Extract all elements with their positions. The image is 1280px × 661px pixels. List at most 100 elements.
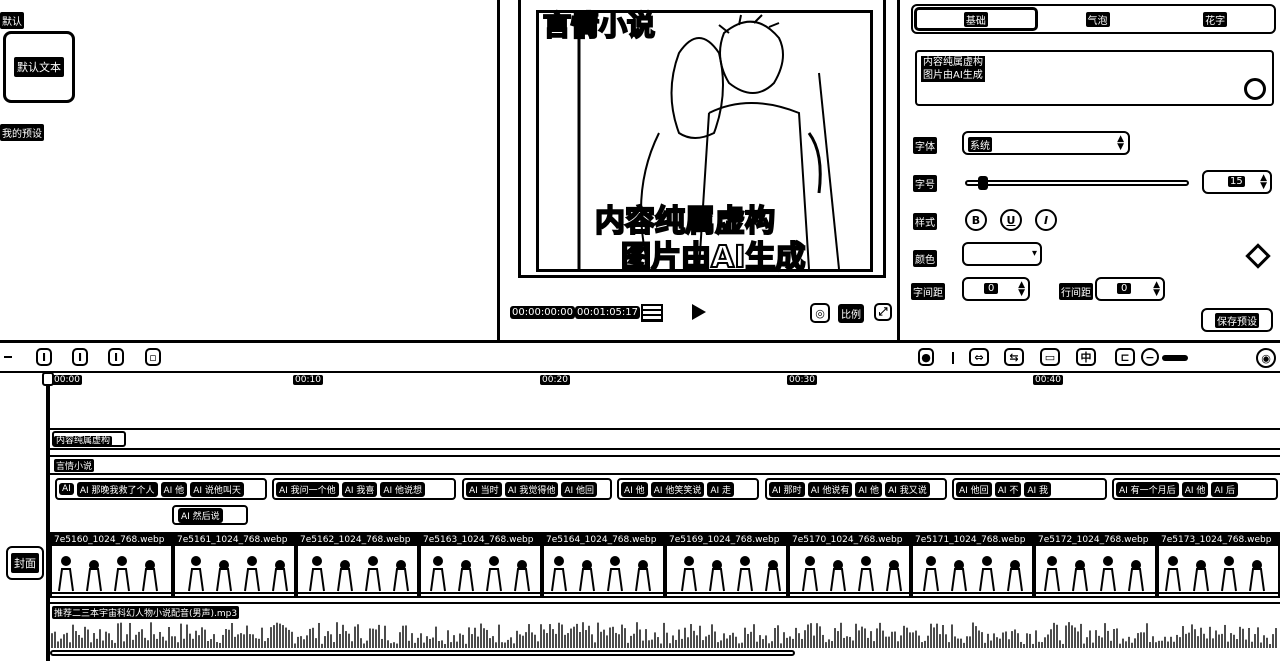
subtitle-clip[interactable]: AI 他回 xyxy=(956,481,992,497)
subtitle-extra-clip[interactable]: AI 然后说 xyxy=(172,505,248,525)
subtitle-clip[interactable]: AI 我又说 xyxy=(885,481,930,497)
subtitle-clip-group[interactable]: AI 有一个月后 AI 他 AI 后 xyxy=(1112,478,1278,500)
keyframe-diamond-icon[interactable] xyxy=(1245,243,1271,269)
style-label: 样式 xyxy=(913,213,937,230)
cover-button[interactable]: 封面 xyxy=(6,546,44,580)
subtitle-clip[interactable]: AI 走 xyxy=(707,481,735,497)
subtitle-clip[interactable]: AI 我 xyxy=(1024,481,1052,497)
subtitle-clip[interactable]: AI 当时 xyxy=(466,481,502,497)
subtitle-clip[interactable]: AI 他笑笑说 xyxy=(650,481,705,497)
subtitle-clip[interactable]: AI 他 xyxy=(160,481,188,497)
video-frame-clip[interactable]: 7e5163_1024_768.webp xyxy=(419,532,542,598)
split-left-icon[interactable]: I xyxy=(72,348,88,366)
caption-track-label: 言情小说 xyxy=(54,459,95,472)
subtitle-clip[interactable]: AI 他 xyxy=(855,481,883,497)
subtitle-clip[interactable]: AI 有一个月后 xyxy=(1116,481,1179,497)
playhead-handle[interactable] xyxy=(42,372,54,386)
horizontal-scrollbar[interactable] xyxy=(50,650,795,656)
video-frame-clip[interactable]: 7e5162_1024_768.webp xyxy=(296,532,419,598)
subtitle-clip-group[interactable]: AI 他 AI 他笑笑说 AI 走 xyxy=(617,478,759,500)
microphone-icon[interactable]: ● xyxy=(918,348,934,366)
subtitle-clip[interactable]: AI 那时 xyxy=(769,481,805,497)
ai-rewrite-icon[interactable] xyxy=(1244,78,1266,100)
zoom-slider[interactable] xyxy=(1162,355,1188,361)
stepper-icon[interactable]: ▲ ▼ xyxy=(1260,174,1267,191)
video-frame-filename: 7e5172_1024_768.webp xyxy=(1036,534,1155,546)
subtitle-clip[interactable]: AI 那晚我救了个人 xyxy=(76,481,158,497)
tab-bubble[interactable]: 气泡 xyxy=(1039,6,1157,32)
tab-basic[interactable]: 基础 xyxy=(914,7,1038,31)
italic-button[interactable]: I xyxy=(1035,209,1057,231)
ratio-button[interactable]: 比例 xyxy=(838,304,864,323)
center-align-icon[interactable]: 中 xyxy=(1076,348,1096,366)
subtitle-clip-group[interactable]: AI 那时 AI 他说有 AI 他 AI 我又说 xyxy=(765,478,947,500)
subtitle-clip-group[interactable]: AI 当时 AI 我觉得他 AI 他回 xyxy=(462,478,612,500)
video-frame-clip[interactable]: 7e5172_1024_768.webp xyxy=(1034,532,1157,598)
subtitle-clip[interactable]: AI 他 xyxy=(621,481,648,497)
magnet-icon[interactable]: ⇔ xyxy=(969,348,989,366)
font-label: 字体 xyxy=(913,137,937,154)
fullscreen-icon[interactable]: ⤢ xyxy=(874,303,892,321)
color-select[interactable]: ▾ xyxy=(962,242,1042,266)
save-preset-button[interactable]: 保存预设 xyxy=(1201,308,1273,332)
default-text-preset[interactable]: 默认文本 xyxy=(3,31,75,103)
settings-icon[interactable]: ◉ xyxy=(1256,348,1276,368)
split-right-icon[interactable]: I xyxy=(108,348,124,366)
subtitle-extra-clip-label: AI 然后说 xyxy=(178,507,223,523)
font-size-slider[interactable] xyxy=(965,176,1189,190)
delete-icon[interactable]: ▫ xyxy=(145,348,161,366)
subtitle-clip-group[interactable]: AI 他回 AI 不 AI 我 xyxy=(952,478,1107,500)
list-icon[interactable] xyxy=(641,304,663,322)
zoom-out-icon[interactable]: − xyxy=(1141,348,1159,366)
ruler-label: 00:20 xyxy=(540,375,570,385)
preview-canvas[interactable]: 言情小说 内容纯属虚构 图片由AI生成 xyxy=(518,0,886,278)
timeline-ruler[interactable]: 00:00 00:10 00:20 00:30 00:40 xyxy=(0,373,1280,389)
video-frame-filename: 7e5169_1024_768.webp xyxy=(667,534,786,546)
subtitle-clip[interactable]: AI 他 xyxy=(1181,481,1209,497)
split-icon[interactable]: I xyxy=(36,348,52,366)
video-frame-clip[interactable]: 7e5170_1024_768.webp xyxy=(788,532,911,598)
zoom-fit-icon[interactable]: ⊏ xyxy=(1115,348,1135,366)
line-spacing-input[interactable]: 0 ▲ ▼ xyxy=(1095,277,1165,301)
text-content-input[interactable]: 内容纯属虚构 图片由AI生成 xyxy=(915,50,1274,106)
video-frame-clip[interactable]: 7e5171_1024_768.webp xyxy=(911,532,1034,598)
video-frame-filename: 7e5173_1024_768.webp xyxy=(1159,534,1278,546)
fit-view-icon[interactable]: ◎ xyxy=(810,303,830,323)
subtitle-clip[interactable]: AI 我问一个他 xyxy=(276,481,339,497)
tab-fancy-text[interactable]: 花字 xyxy=(1156,6,1274,32)
subtitle-clip[interactable]: AI 我喜 xyxy=(341,481,378,497)
subtitle-clip[interactable]: AI xyxy=(59,483,74,495)
video-frame-clip[interactable]: 7e5164_1024_768.webp xyxy=(542,532,665,598)
letter-spacing-input[interactable]: 0 ▲ ▼ xyxy=(962,277,1030,301)
subtitle-clip[interactable]: AI 他说有 xyxy=(807,481,853,497)
video-frame-clip[interactable]: 7e5161_1024_768.webp xyxy=(173,532,296,598)
video-frame-clip[interactable]: 7e5160_1024_768.webp xyxy=(50,532,173,598)
play-icon[interactable] xyxy=(692,304,706,320)
audio-track[interactable]: 推荐二三本宇宙科幻人物小说配音(男声).mp3 xyxy=(50,602,1280,648)
tab-fancy-text-label: 花字 xyxy=(1203,11,1228,27)
link-icon[interactable]: ⇆ xyxy=(1004,348,1024,366)
subtitle-clip[interactable]: AI 后 xyxy=(1211,481,1239,497)
preview-axis-icon[interactable]: ▭ xyxy=(1040,348,1060,366)
video-frame-clip[interactable]: 7e5169_1024_768.webp xyxy=(665,532,788,598)
text-track-clip[interactable]: 内容纯属虚构 xyxy=(52,431,126,447)
subtitle-clip-group[interactable]: AI AI 那晚我救了个人 AI 他 AI 说他叫天 xyxy=(55,478,267,500)
subtitle-clip-group[interactable]: AI 我问一个他 AI 我喜 AI 他说想 xyxy=(272,478,456,500)
font-size-input[interactable]: 15 ▲ ▼ xyxy=(1202,170,1272,194)
subtitle-clip[interactable]: AI 说他叫天 xyxy=(190,481,244,497)
subtitle-clip[interactable]: AI 我觉得他 xyxy=(504,481,559,497)
stepper-icon[interactable]: ▲ ▼ xyxy=(1153,281,1160,298)
properties-panel: 基础 气泡 花字 内容纯属虚构 图片由AI生成 字体 系统 ▲ ▼ 字号 15 ▲… xyxy=(903,0,1280,340)
font-select[interactable]: 系统 ▲ ▼ xyxy=(962,131,1130,155)
subtitle-clip[interactable]: AI 他说想 xyxy=(380,481,426,497)
toolbar-separator xyxy=(952,352,954,364)
video-frame-clip[interactable]: 7e5173_1024_768.webp xyxy=(1157,532,1280,598)
font-size-slider-thumb[interactable] xyxy=(977,176,988,190)
underline-button[interactable]: U xyxy=(1000,209,1022,231)
video-frame-filename: 7e5170_1024_768.webp xyxy=(790,534,909,546)
color-label: 颜色 xyxy=(913,250,937,267)
subtitle-clip[interactable]: AI 不 xyxy=(994,481,1022,497)
stepper-icon[interactable]: ▲ ▼ xyxy=(1018,281,1025,298)
subtitle-clip[interactable]: AI 他回 xyxy=(561,481,598,497)
bold-button[interactable]: B xyxy=(965,209,987,231)
